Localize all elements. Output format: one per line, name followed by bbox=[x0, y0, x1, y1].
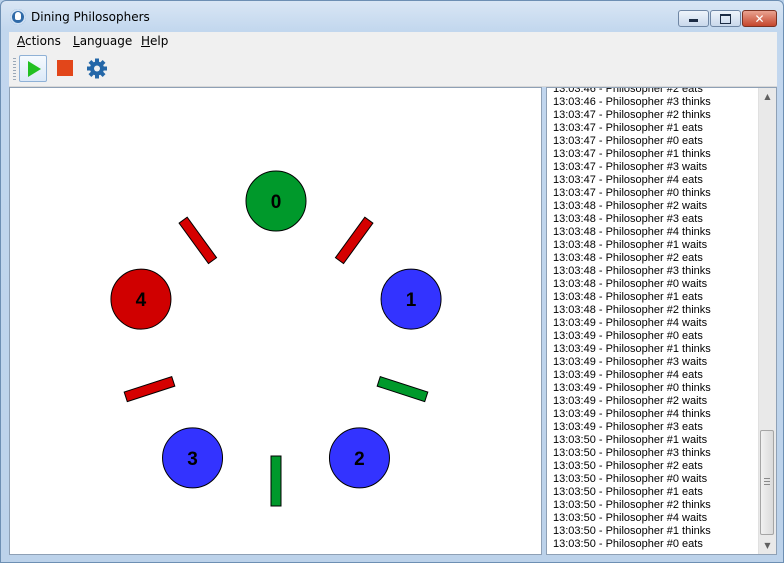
app-icon[interactable] bbox=[10, 9, 26, 25]
log-entry: 13:03:47 - Philosopher #4 eats bbox=[553, 174, 703, 186]
scroll-thumb[interactable] bbox=[760, 430, 774, 535]
log-entry: 13:03:50 - Philosopher #4 waits bbox=[553, 512, 708, 524]
log-entry: 13:03:48 - Philosopher #2 waits bbox=[553, 200, 708, 212]
log-entry: 13:03:49 - Philosopher #3 waits bbox=[553, 356, 708, 368]
log-entry: 13:03:48 - Philosopher #2 thinks bbox=[553, 304, 711, 316]
menu-language-label: anguage bbox=[79, 34, 133, 48]
log-entry: 13:03:49 - Philosopher #4 eats bbox=[553, 369, 703, 381]
philosopher-label: 3 bbox=[187, 449, 198, 470]
stop-button[interactable] bbox=[51, 55, 79, 82]
log-entry: 13:03:48 - Philosopher #1 waits bbox=[553, 239, 708, 251]
log-entry: 13:03:48 - Philosopher #3 eats bbox=[553, 213, 703, 225]
fork-4-0 bbox=[178, 216, 218, 265]
gear-icon bbox=[87, 58, 107, 79]
log-entry: 13:03:47 - Philosopher #0 thinks bbox=[553, 187, 711, 199]
menu-bar: Actions Language Help bbox=[9, 32, 777, 52]
toolbar-grip[interactable] bbox=[13, 58, 16, 82]
log-entry: 13:03:47 - Philosopher #0 eats bbox=[553, 135, 703, 147]
minimize-icon bbox=[679, 11, 708, 26]
log-entry: 13:03:50 - Philosopher #0 eats bbox=[553, 538, 703, 550]
menu-actions-label: ctions bbox=[25, 34, 61, 48]
settings-button[interactable] bbox=[83, 55, 111, 82]
log-entry: 13:03:47 - Philosopher #2 thinks bbox=[553, 109, 711, 121]
window-title: Dining Philosophers bbox=[31, 10, 150, 24]
log-entry: 13:03:49 - Philosopher #1 thinks bbox=[553, 343, 711, 355]
philosopher-label: 0 bbox=[271, 192, 282, 213]
menu-help-label: elp bbox=[150, 34, 169, 48]
start-button[interactable] bbox=[19, 55, 47, 82]
close-button[interactable]: ✕ bbox=[742, 10, 777, 27]
log-entry: 13:03:47 - Philosopher #1 thinks bbox=[553, 148, 711, 160]
log-entry: 13:03:50 - Philosopher #0 waits bbox=[553, 473, 708, 485]
scroll-up-icon[interactable]: ▲ bbox=[759, 88, 776, 105]
log-entry: 13:03:48 - Philosopher #0 waits bbox=[553, 278, 708, 290]
log-entry: 13:03:48 - Philosopher #3 thinks bbox=[553, 265, 711, 277]
philosopher-4: 4 bbox=[110, 268, 172, 330]
log-entry: 13:03:50 - Philosopher #1 eats bbox=[553, 486, 703, 498]
log-entry: 13:03:49 - Philosopher #4 thinks bbox=[553, 408, 711, 420]
log-entry: 13:03:48 - Philosopher #2 eats bbox=[553, 252, 703, 264]
maximize-button[interactable] bbox=[710, 10, 741, 27]
fork-0-1 bbox=[334, 216, 374, 265]
menu-help[interactable]: Help bbox=[141, 34, 168, 48]
philosopher-2: 2 bbox=[328, 427, 390, 489]
menu-help-accel: H bbox=[141, 34, 151, 48]
fork-1-2 bbox=[376, 375, 429, 403]
log-entry: 13:03:47 - Philosopher #1 eats bbox=[553, 122, 703, 134]
play-icon bbox=[28, 61, 41, 77]
philosopher-1: 1 bbox=[380, 268, 442, 330]
minimize-button[interactable] bbox=[678, 10, 709, 27]
toolbar bbox=[9, 52, 777, 87]
philosopher-label: 4 bbox=[136, 290, 147, 311]
log-entry: 13:03:47 - Philosopher #3 waits bbox=[553, 161, 708, 173]
title-bar[interactable]: Dining Philosophers ✕ bbox=[1, 1, 783, 31]
log-lines: 13:03:46 - Philosopher #2 eats 13:03:46 -… bbox=[553, 87, 758, 551]
menu-actions-accel: A bbox=[17, 34, 25, 48]
log-entry: 13:03:48 - Philosopher #4 thinks bbox=[553, 226, 711, 238]
scroll-down-icon[interactable]: ▼ bbox=[759, 537, 776, 554]
log-entry: 13:03:49 - Philosopher #3 eats bbox=[553, 421, 703, 433]
log-entry: 13:03:49 - Philosopher #0 thinks bbox=[553, 382, 711, 394]
philosopher-label: 1 bbox=[406, 290, 417, 311]
maximize-icon bbox=[711, 11, 740, 26]
menu-language-accel: L bbox=[73, 34, 80, 48]
log-entry: 13:03:50 - Philosopher #1 thinks bbox=[553, 525, 711, 537]
philosopher-label: 2 bbox=[354, 449, 365, 470]
philosopher-3: 3 bbox=[162, 427, 224, 489]
menu-language[interactable]: Language bbox=[73, 34, 132, 48]
event-log[interactable]: 13:03:46 - Philosopher #2 eats 13:03:46 -… bbox=[546, 87, 777, 555]
stop-icon bbox=[57, 60, 73, 76]
simulation-canvas: 0 1 2 3 4 bbox=[9, 87, 542, 555]
log-entry: 13:03:46 - Philosopher #3 thinks bbox=[553, 96, 711, 108]
log-entry: 13:03:49 - Philosopher #0 eats bbox=[553, 330, 703, 342]
close-icon: ✕ bbox=[754, 11, 765, 26]
table-diagram: 0 1 2 3 4 bbox=[110, 170, 442, 507]
philosopher-0: 0 bbox=[245, 170, 307, 232]
log-entry: 13:03:50 - Philosopher #2 thinks bbox=[553, 499, 711, 511]
log-entry: 13:03:49 - Philosopher #2 waits bbox=[553, 395, 708, 407]
log-scrollbar[interactable]: ▲ ▼ bbox=[758, 88, 776, 554]
log-entry: 13:03:48 - Philosopher #1 eats bbox=[553, 291, 703, 303]
log-entry: 13:03:49 - Philosopher #4 waits bbox=[553, 317, 708, 329]
fork-3-4 bbox=[123, 375, 176, 403]
menu-actions[interactable]: Actions bbox=[17, 34, 61, 48]
log-entry: 13:03:50 - Philosopher #3 thinks bbox=[553, 447, 711, 459]
log-entry: 13:03:46 - Philosopher #2 eats bbox=[553, 87, 703, 95]
log-entry: 13:03:50 - Philosopher #2 eats bbox=[553, 460, 703, 472]
fork-2-3 bbox=[270, 455, 282, 507]
app-window: Dining Philosophers ✕ Actions Language H… bbox=[0, 0, 784, 563]
log-entry: 13:03:50 - Philosopher #1 waits bbox=[553, 434, 708, 446]
